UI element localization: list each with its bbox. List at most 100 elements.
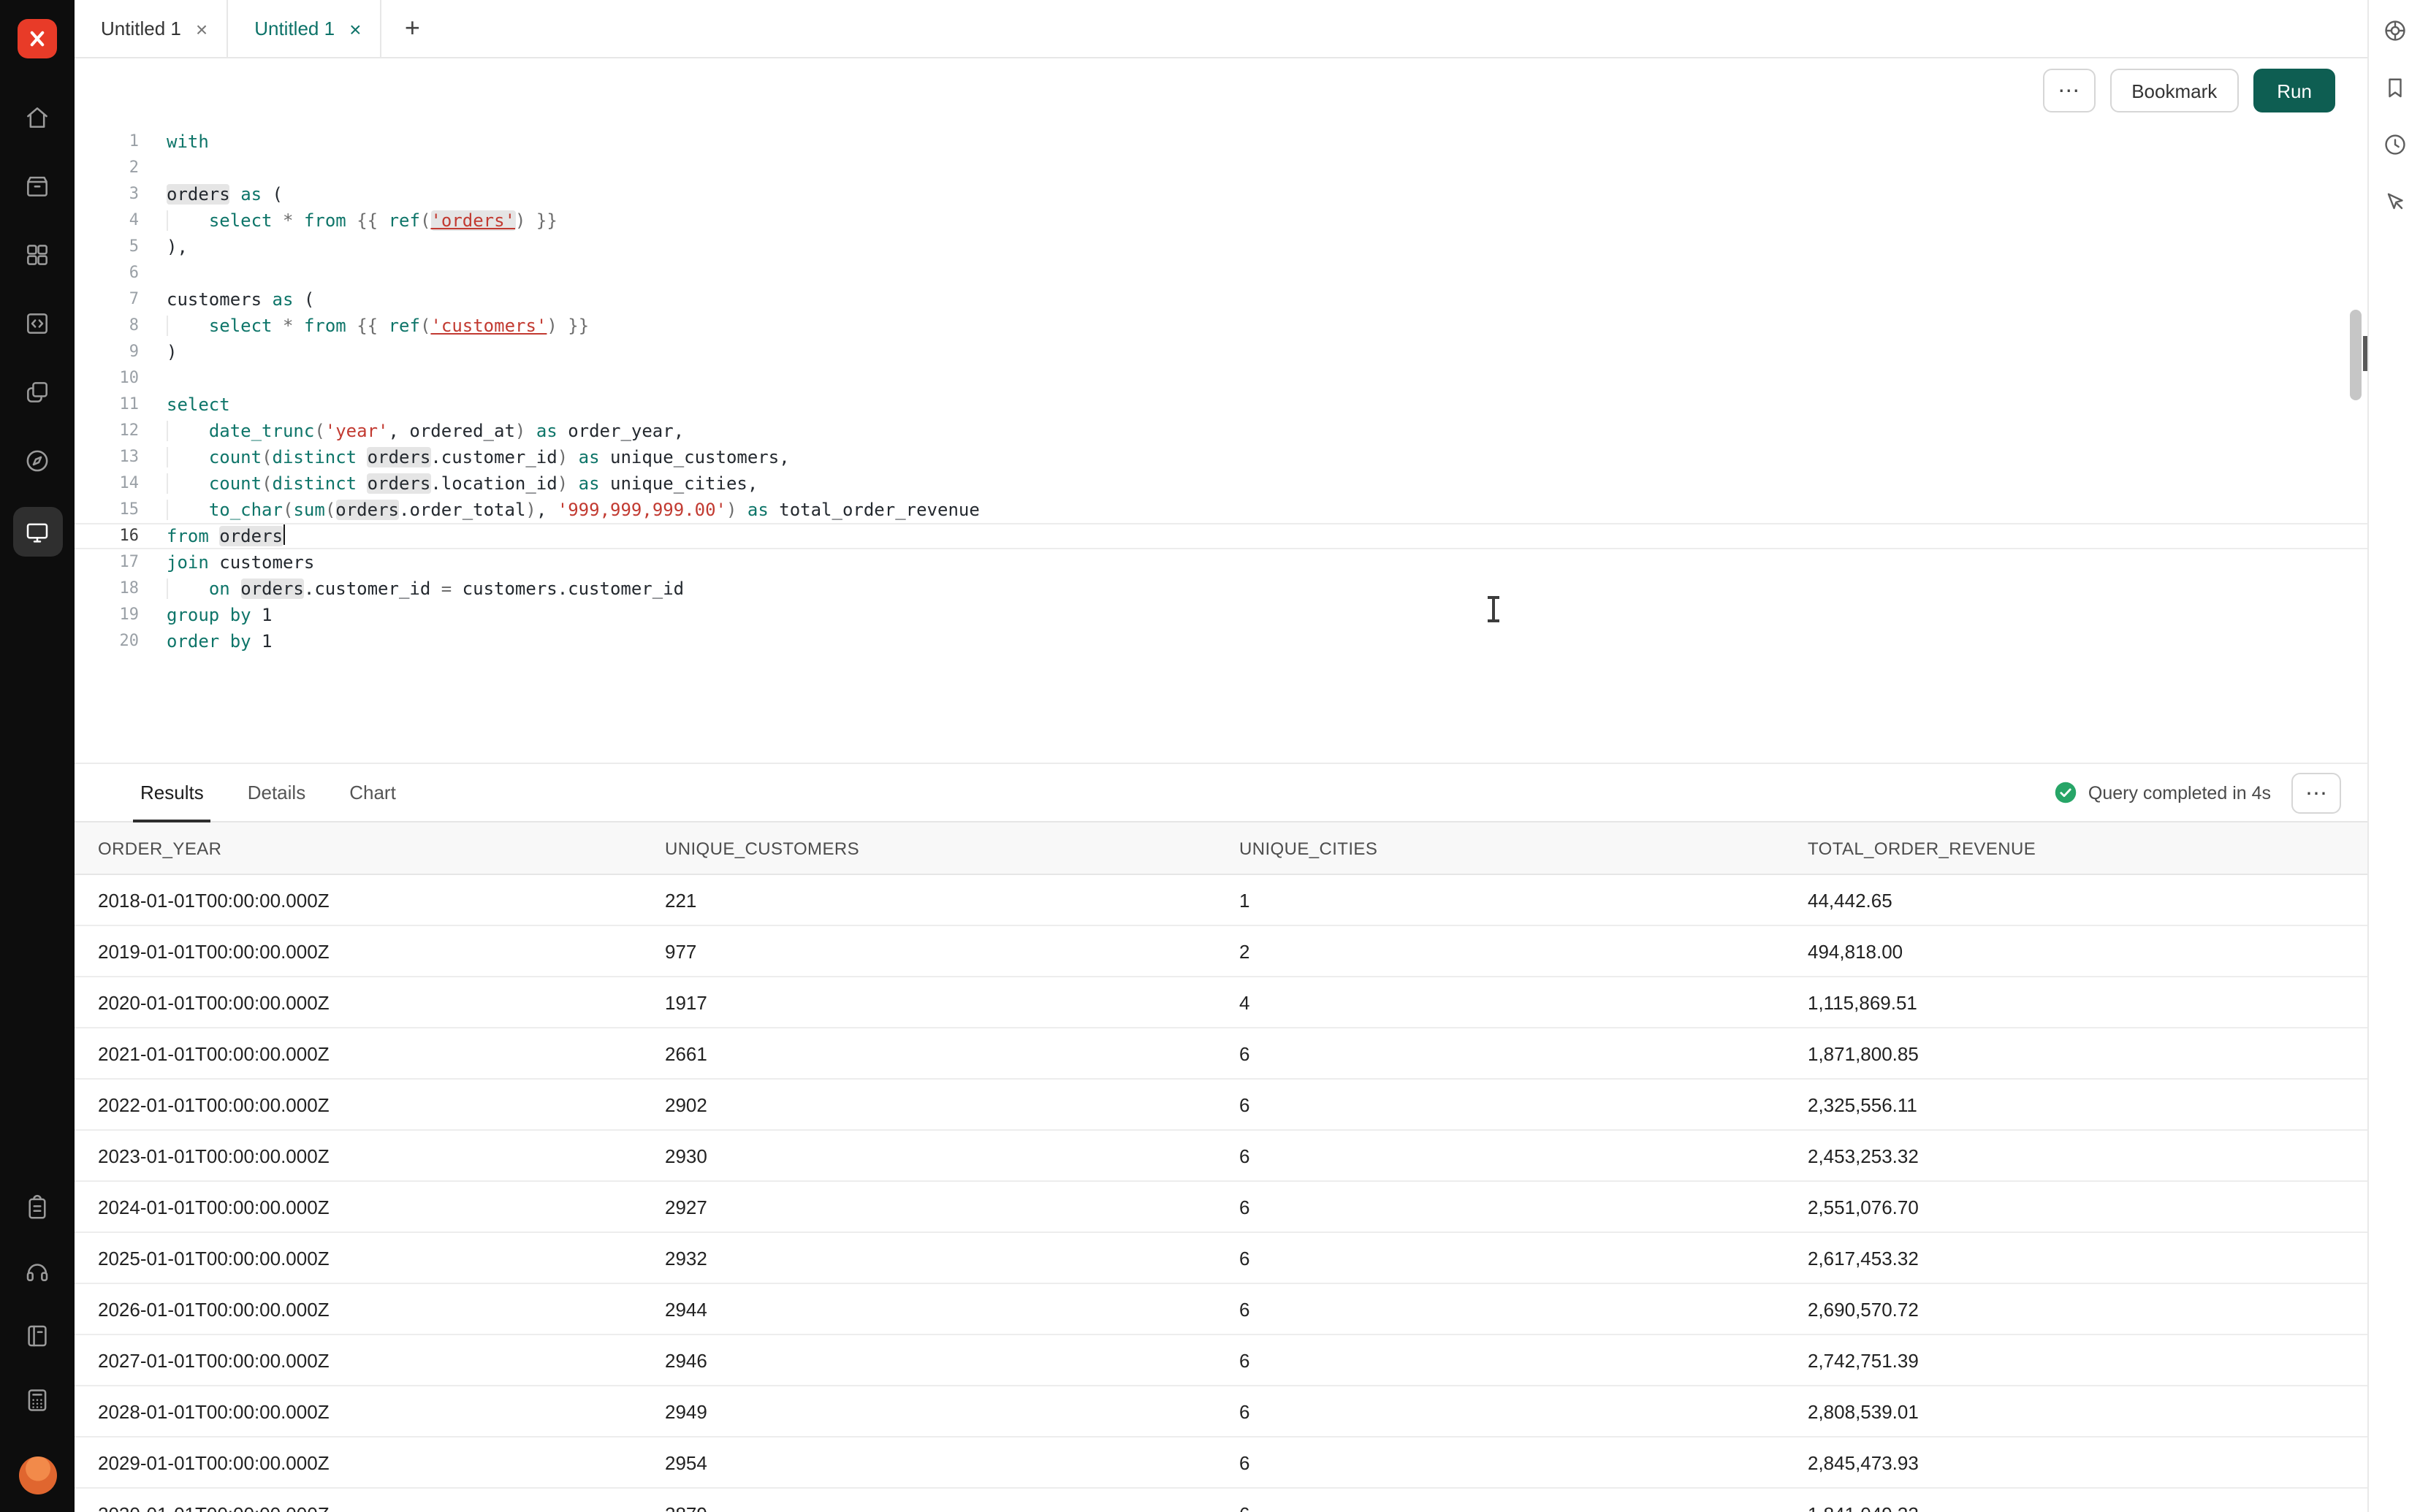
table-cell: 6 [1216,1093,1784,1115]
table-row[interactable]: 2024-01-01T00:00:00.000Z292762,551,076.7… [75,1182,2367,1233]
table-cell: 2944 [642,1298,1216,1320]
table-cell: 2,845,473.93 [1784,1451,2367,1473]
code-line[interactable]: 4 select * from {{ ref('orders') }} [75,207,2367,234]
code-line[interactable]: 8 select * from {{ ref('customers') }} [75,313,2367,339]
code-line[interactable]: 6 [75,260,2367,286]
column-header[interactable]: UNIQUE_CITIES [1216,838,1784,858]
line-number: 16 [75,523,139,549]
table-cell: 2930 [642,1145,1216,1167]
user-avatar[interactable] [18,1456,56,1494]
results-tab-chart[interactable]: Chart [327,764,418,821]
table-cell: 1,841,049.32 [1784,1503,2367,1512]
code-line[interactable]: 5), [75,234,2367,260]
code-line[interactable]: 20order by 1 [75,628,2367,654]
table-row[interactable]: 2027-01-01T00:00:00.000Z294662,742,751.3… [75,1335,2367,1386]
table-header-row: ORDER_YEARUNIQUE_CUSTOMERSUNIQUE_CITIEST… [75,822,2367,875]
more-options-button[interactable]: ⋯ [2042,69,2095,112]
code-line[interactable]: 12 date_trunc('year', ordered_at) as ord… [75,418,2367,444]
table-row[interactable]: 2023-01-01T00:00:00.000Z293062,453,253.3… [75,1131,2367,1182]
notebook-icon[interactable] [15,1313,59,1357]
explore-icon[interactable] [15,438,59,482]
run-button[interactable]: Run [2253,69,2335,112]
line-number: 15 [75,497,139,523]
table-row[interactable]: 2020-01-01T00:00:00.000Z191741,115,869.5… [75,977,2367,1028]
table-cell: 2027-01-01T00:00:00.000Z [75,1349,642,1371]
archive-icon[interactable] [15,164,59,207]
line-number: 3 [75,181,139,207]
code-line[interactable]: 7customers as ( [75,286,2367,313]
table-cell: 2029-01-01T00:00:00.000Z [75,1451,642,1473]
main-area: Untitled 1×Untitled 1× + ⋯ Bookmark Run … [75,0,2367,1512]
code-line[interactable]: 10 [75,365,2367,392]
table-cell: 2025-01-01T00:00:00.000Z [75,1247,642,1269]
apps-grid-icon[interactable] [15,232,59,276]
table-row[interactable]: 2030-01-01T00:00:00.000Z287961,841,049.3… [75,1489,2367,1512]
history-icon[interactable] [2375,126,2413,164]
table-cell: 6 [1216,1503,1784,1512]
lifebuoy-icon[interactable] [2375,12,2413,50]
bookmark-icon[interactable] [2375,69,2413,107]
code-square-icon[interactable] [15,301,59,345]
table-cell: 2020-01-01T00:00:00.000Z [75,991,642,1013]
code-line[interactable]: 13 count(distinct orders.customer_id) as… [75,444,2367,470]
code-line[interactable]: 3orders as ( [75,181,2367,207]
code-line[interactable]: 18 on orders.customer_id = customers.cus… [75,576,2367,602]
layers-icon[interactable] [15,370,59,413]
clipboard-icon[interactable] [15,1185,59,1229]
table-cell: 2879 [642,1503,1216,1512]
bookmark-button[interactable]: Bookmark [2109,69,2239,112]
code-line-text: with [139,129,209,155]
editor-scrollbar-thumb[interactable] [2350,310,2362,400]
table-cell: 494,818.00 [1784,940,2367,962]
support-icon[interactable] [15,1249,59,1293]
code-line-text: ) [139,339,177,365]
column-header[interactable]: UNIQUE_CUSTOMERS [642,838,1216,858]
code-line[interactable]: 1with [75,129,2367,155]
code-line[interactable]: 14 count(distinct orders.location_id) as… [75,470,2367,497]
code-line-text: from orders [139,523,284,549]
code-line[interactable]: 9) [75,339,2367,365]
line-number: 18 [75,576,139,602]
home-icon[interactable] [15,95,59,139]
table-row[interactable]: 2026-01-01T00:00:00.000Z294462,690,570.7… [75,1284,2367,1335]
table-cell: 2,690,570.72 [1784,1298,2367,1320]
table-row[interactable]: 2021-01-01T00:00:00.000Z266161,871,800.8… [75,1028,2367,1080]
table-row[interactable]: 2029-01-01T00:00:00.000Z295462,845,473.9… [75,1437,2367,1489]
tab-label: Untitled 1 [101,18,181,39]
code-line[interactable]: 19group by 1 [75,602,2367,628]
pointer-icon[interactable] [2375,183,2413,221]
code-line[interactable]: 17join customers [75,549,2367,576]
table-row[interactable]: 2025-01-01T00:00:00.000Z293262,617,453.3… [75,1233,2367,1284]
line-number: 19 [75,602,139,628]
results-tab-details[interactable]: Details [226,764,328,821]
results-tab-results[interactable]: Results [118,764,226,821]
results-more-button[interactable]: ⋯ [2291,772,2341,813]
line-number: 9 [75,339,139,365]
column-header[interactable]: TOTAL_ORDER_REVENUE [1784,838,2367,858]
code-line[interactable]: 2 [75,155,2367,181]
tab-close-icon[interactable]: × [349,18,361,39]
editor-tab[interactable]: Untitled 1× [228,0,381,57]
new-tab-button[interactable]: + [381,0,443,57]
ide-icon[interactable] [12,507,62,557]
app-logo[interactable] [18,19,57,58]
code-line[interactable]: 11select [75,392,2367,418]
table-cell: 2954 [642,1451,1216,1473]
table-row[interactable]: 2028-01-01T00:00:00.000Z294962,808,539.0… [75,1386,2367,1437]
table-row[interactable]: 2018-01-01T00:00:00.000Z221144,442.65 [75,875,2367,926]
column-header[interactable]: ORDER_YEAR [75,838,642,858]
code-line[interactable]: 15 to_char(sum(orders.order_total), '999… [75,497,2367,523]
code-editor[interactable]: 1with23orders as (4 select * from {{ ref… [75,123,2367,763]
tab-close-icon[interactable]: × [196,18,208,39]
editor-tab[interactable]: Untitled 1 × [75,0,228,57]
table-cell: 2019-01-01T00:00:00.000Z [75,940,642,962]
code-line-text: select [139,392,230,418]
code-line-text: on orders.customer_id = customers.custom… [139,576,684,602]
table-row[interactable]: 2022-01-01T00:00:00.000Z290262,325,556.1… [75,1080,2367,1131]
code-line-text: order by 1 [139,628,273,654]
code-line[interactable]: 16from orders [75,523,2367,549]
code-line-text: customers as ( [139,286,314,313]
calculator-icon[interactable] [15,1378,59,1421]
code-line-text: join customers [139,549,314,576]
table-row[interactable]: 2019-01-01T00:00:00.000Z9772494,818.00 [75,926,2367,977]
